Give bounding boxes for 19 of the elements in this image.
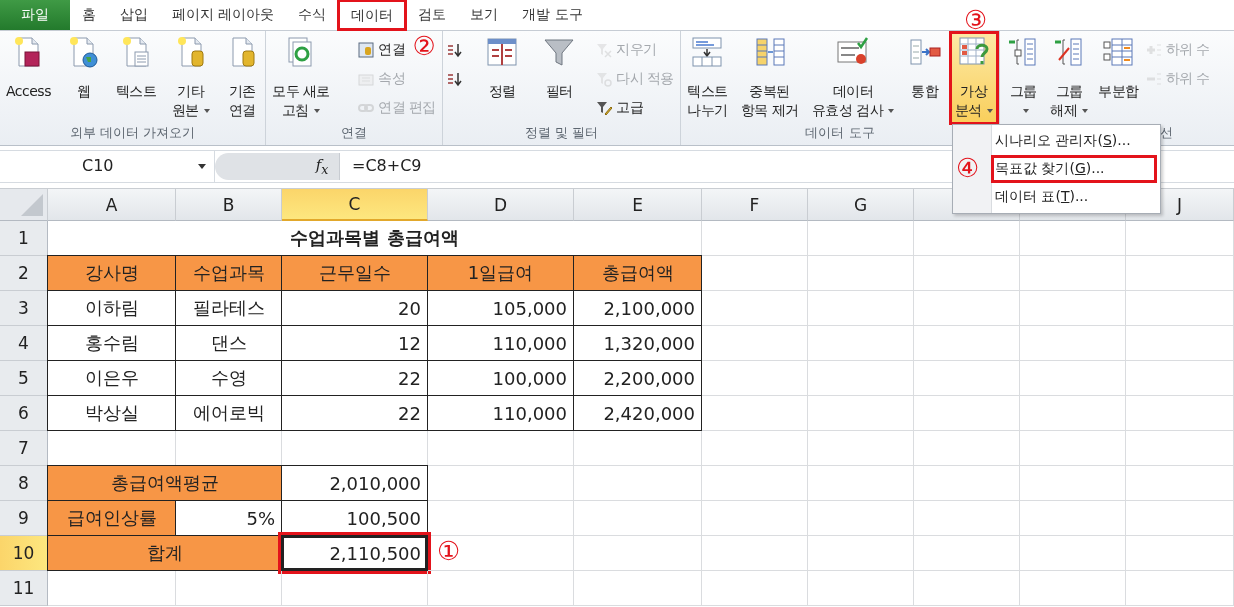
callout-number: ③ — [963, 7, 988, 33]
callout-number: ② — [412, 33, 436, 59]
table-cell: 강사명 — [47, 255, 176, 291]
group-label: 정렬 및 필터 — [523, 124, 600, 142]
group-label: 선 — [1160, 124, 1173, 142]
table-cell: 총급여액평균 — [47, 465, 282, 501]
callout-number: ① — [437, 538, 461, 564]
table-cell: 2,420,000 — [573, 395, 702, 431]
table-cell: 급여인상률 — [47, 500, 176, 536]
table-cell: 수업과목 — [175, 255, 282, 291]
group-label: 데이터 도구 — [804, 124, 876, 142]
group-label: 외부 데이터 가져오기 — [68, 124, 197, 142]
callout-number: ④ — [955, 155, 980, 181]
table-cell: 총급여액 — [573, 255, 702, 291]
group-label: 연결 — [340, 124, 368, 142]
table-cell: 박상실 — [47, 395, 176, 431]
table-cell: 2,010,000 — [281, 465, 428, 501]
table-cell: 근무일수 — [281, 255, 428, 291]
table-cell: 1일급여 — [427, 255, 574, 291]
